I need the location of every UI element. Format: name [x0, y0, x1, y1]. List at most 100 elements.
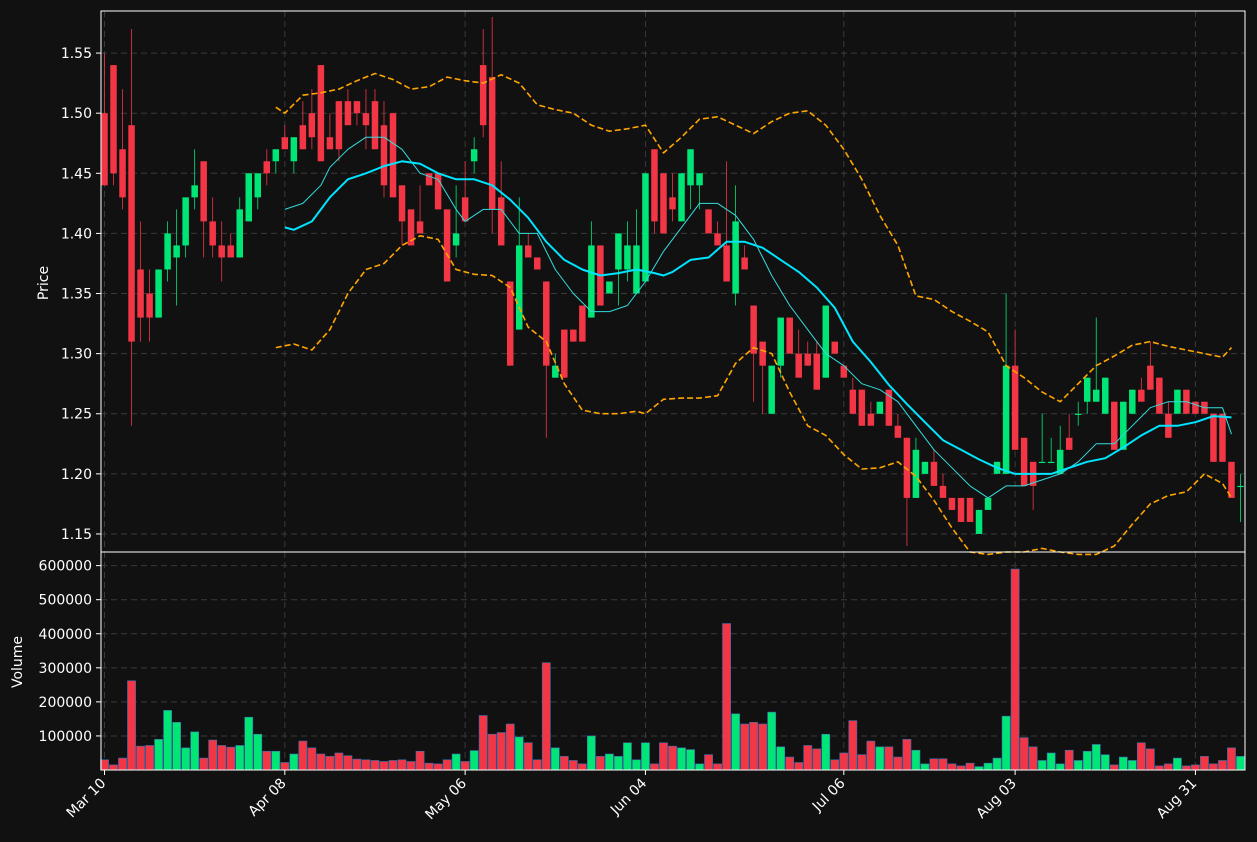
candle-body: [155, 269, 162, 318]
volume-bar: [487, 733, 497, 771]
candle-body: [1111, 401, 1118, 450]
volume-bar: [1173, 757, 1182, 771]
volume-bar: [451, 753, 461, 771]
candle-body: [849, 389, 857, 414]
candle-body: [1228, 461, 1235, 498]
candle-body: [173, 245, 180, 258]
candle-body: [1074, 413, 1082, 415]
volume-bar: [352, 758, 362, 771]
candle-body: [1237, 485, 1244, 488]
volume-bar: [244, 716, 254, 771]
candle-body: [588, 245, 595, 318]
volume-bar: [181, 747, 190, 771]
candle-body: [1219, 413, 1226, 462]
candle-body: [768, 365, 775, 414]
candle-body: [642, 173, 649, 282]
volume-tick-label: 500000: [39, 593, 92, 609]
candle-body: [1147, 365, 1154, 390]
candle-body: [182, 197, 189, 246]
volume-bar: [145, 745, 154, 771]
candle-body: [696, 173, 703, 186]
candle-body: [984, 497, 992, 510]
candle-body: [1047, 461, 1055, 464]
volume-bar: [1028, 746, 1038, 771]
volume-bar: [208, 739, 218, 771]
volume-bar: [632, 759, 641, 771]
candle-body: [1210, 413, 1217, 462]
candle-body: [299, 125, 307, 150]
candle-body: [236, 209, 243, 258]
candle-body: [380, 125, 388, 186]
volume-bar: [884, 746, 894, 771]
candle-body: [723, 245, 730, 282]
volume-bar: [1091, 744, 1101, 771]
volume-bar: [361, 759, 371, 771]
volume-bar: [1082, 750, 1092, 771]
volume-bar: [722, 623, 731, 771]
volume-bar: [1145, 748, 1155, 771]
candle-body: [570, 329, 577, 342]
volume-bar: [1001, 715, 1011, 771]
candle-body: [624, 245, 631, 270]
volume-bar: [136, 745, 145, 771]
volume-bar: [1037, 760, 1047, 771]
volume-bar: [1191, 764, 1200, 771]
candle-body: [831, 341, 839, 354]
volume-bar: [695, 763, 704, 771]
candle-body: [245, 173, 252, 222]
volume-bar: [577, 763, 587, 771]
candle-body: [930, 461, 938, 486]
candle-body: [164, 233, 171, 270]
candle-body: [1002, 365, 1010, 474]
candle-body: [804, 353, 811, 366]
volume-bar: [776, 746, 786, 771]
volume-bar: [325, 756, 335, 771]
candle-body: [497, 197, 505, 246]
volume-bar: [1236, 756, 1245, 771]
candle-body: [714, 233, 721, 246]
volume-bar: [920, 763, 930, 771]
candle-body: [786, 317, 793, 354]
volume-bar: [253, 733, 263, 771]
volume-bar: [803, 745, 813, 771]
candle-body: [759, 341, 766, 366]
candle-body: [975, 509, 983, 534]
candle-body: [606, 281, 613, 294]
candle-body: [1138, 389, 1145, 402]
price-tick-label: 1.15: [61, 527, 92, 543]
candle-body: [371, 101, 379, 150]
candle-body: [651, 149, 658, 222]
volume-bar: [731, 713, 740, 771]
candle-body: [254, 173, 262, 198]
volume-bar: [992, 757, 1002, 771]
volume-tick-label: 600000: [39, 559, 92, 575]
candle-body: [119, 149, 126, 198]
volume-bar: [127, 680, 136, 771]
candle-body: [858, 389, 866, 426]
volume-bar: [677, 747, 686, 771]
candle-body: [1156, 377, 1163, 414]
volume-bar: [1200, 756, 1209, 771]
volume-bar: [596, 756, 605, 771]
candle-body: [263, 161, 271, 174]
volume-bar: [1109, 764, 1119, 771]
volume-bar: [460, 761, 470, 771]
candle-body: [579, 305, 586, 342]
volume-bar: [893, 756, 903, 771]
volume-bar: [1046, 752, 1056, 771]
price-tick-label: 1.50: [61, 106, 92, 122]
candle-body: [290, 137, 298, 162]
candle-body: [1129, 389, 1136, 414]
volume-bar: [1164, 763, 1173, 771]
candle-body: [777, 317, 784, 366]
volume-axis-label: Volume: [10, 636, 26, 688]
volume-bar: [1100, 754, 1110, 771]
candle-body: [822, 305, 830, 378]
candle-body: [353, 101, 361, 114]
volume-bar: [641, 742, 650, 771]
volume-bar: [1127, 760, 1137, 771]
candle-body: [488, 77, 496, 210]
volume-bar: [812, 748, 822, 771]
candle-body: [750, 305, 757, 354]
candle-body: [146, 293, 153, 318]
